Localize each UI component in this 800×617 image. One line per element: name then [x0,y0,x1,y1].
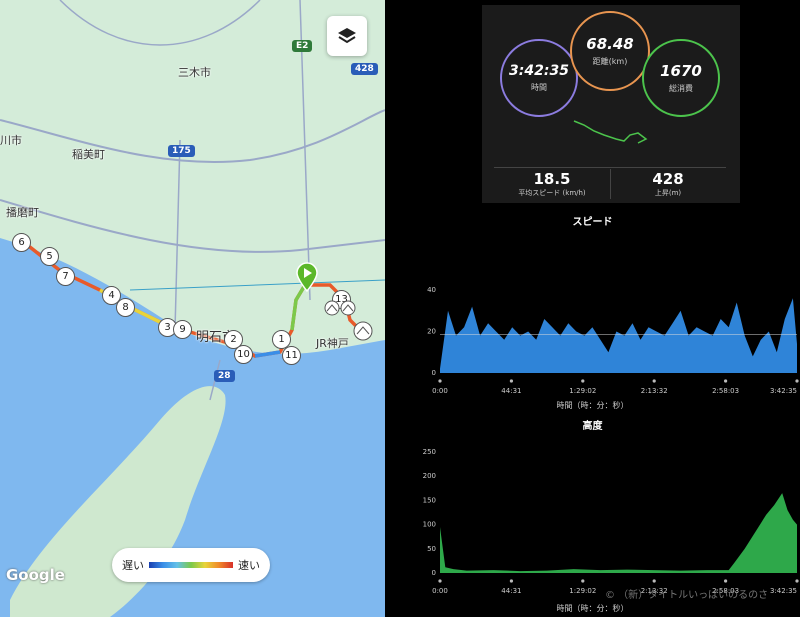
route-marker[interactable]: 5 [40,247,59,266]
watermark: © （新）タイトルいっぱいのるのさ [605,590,769,601]
x-tick-label: 3:42:35 [770,587,797,595]
elevation-chart-xlabel: 時間（時：分：秒） [556,604,629,613]
route-marker[interactable]: 11 [282,346,301,365]
y-tick-label: 200 [423,472,436,480]
calories-label: 総消費 [669,84,693,93]
x-tick-dot [652,379,656,383]
road-shield-428: 428 [351,63,378,75]
duration-ring: 3:42:35 時間 [500,39,578,117]
x-tick-dot [509,579,513,583]
distance-ring: 68.48 距離(km) [570,11,650,91]
x-tick-label: 0:00 [432,587,448,595]
route-thumbnail [573,120,648,144]
elevation-chart[interactable]: 0501001502002500:00 44:31 1:29:02 2:13:32 2:… [385,445,800,600]
place-city-left: 川市 [0,134,22,147]
avg-speed-stat: 18.5 平均スピード (km/h) [502,170,602,198]
stats-panel: 3:42:35 時間 68.48 距離(km) 1670 総消費 18.5 平均… [385,0,800,617]
distance-label: 距離(km) [592,57,628,66]
summary-card: 3:42:35 時間 68.48 距離(km) 1670 総消費 18.5 平均… [482,5,740,203]
ascent-label: 上昇(m) [654,189,682,197]
speed-chart-xlabel: 時間（時：分：秒） [556,401,629,410]
route-marker[interactable]: 9 [173,320,192,339]
place-harima: 播磨町 [6,206,39,219]
finish-flag-icon[interactable] [324,300,364,316]
x-tick-label: 2:58:03 [712,387,739,395]
legend-gradient [149,562,233,568]
layers-icon [338,28,356,44]
road-shield-e2: E2 [292,40,313,52]
y-tick-label: 0 [432,569,436,577]
y-tick-label: 20 [427,328,436,336]
speed-chart[interactable]: 0 20 40 0:00 44:31 1:29:02 2:13:32 2:58:03 3:42:… [385,280,800,400]
y-tick-label: 150 [423,496,436,504]
series-area [440,298,797,373]
calories-value: 1670 [660,62,702,80]
direction-icon [353,321,373,341]
duration-value: 3:42:35 [509,63,569,79]
x-tick-dot [652,579,656,583]
avg-speed-value: 18.5 [533,170,571,188]
speed-legend: 遅い 速い [112,548,270,582]
road-shield-28: 28 [214,370,235,382]
start-pin-icon[interactable] [296,262,318,292]
y-tick-label: 250 [423,448,436,456]
road-shield-175: 175 [168,145,195,157]
x-tick-dot [509,379,513,383]
map-panel[interactable]: 三木市 川市 稲美町 播磨町 明石市 JR神戸 E2 428 175 28 6 … [0,0,385,617]
speed-chart-title: スピード [572,217,613,228]
ascent-stat: 428 上昇(m) [618,170,718,198]
x-tick-dot [795,379,799,383]
distance-value: 68.48 [586,35,634,53]
x-tick-label: 1:29:02 [569,387,596,395]
y-tick-label: 50 [427,545,436,553]
google-logo: Google [6,566,65,584]
route-marker[interactable]: 8 [116,298,135,317]
y-tick-label: 0 [432,369,436,377]
x-tick-dot [581,579,585,583]
x-tick-dot [438,379,442,383]
y-tick-label: 100 [423,521,436,529]
series-area [440,493,797,573]
place-jr-kobe: JR神戸 [316,337,349,350]
x-tick-label: 2:13:32 [641,387,668,395]
x-tick-dot [724,379,728,383]
place-miki: 三木市 [178,66,211,79]
y-tick-label: 40 [427,286,436,294]
route-marker[interactable]: 6 [12,233,31,252]
avg-speed-label: 平均スピード (km/h) [518,189,586,197]
x-tick-dot [795,579,799,583]
duration-label: 時間 [531,83,547,92]
x-tick-label: 0:00 [432,387,448,395]
x-tick-label: 1:29:02 [569,587,596,595]
x-tick-label: 44:31 [501,387,521,395]
legend-fast-label: 速い [238,559,260,572]
x-tick-dot [581,379,585,383]
x-tick-label: 44:31 [501,587,521,595]
calories-ring: 1670 総消費 [642,39,720,117]
layers-button[interactable] [327,16,367,56]
elevation-chart-title: 高度 [582,421,603,432]
x-tick-label: 3:42:35 [770,387,797,395]
route-marker[interactable]: 10 [234,345,253,364]
x-tick-dot [438,579,442,583]
legend-slow-label: 遅い [122,559,144,572]
route-marker[interactable]: 7 [56,267,75,286]
place-inami: 稲美町 [72,148,105,161]
x-tick-dot [724,579,728,583]
ascent-value: 428 [652,170,684,188]
